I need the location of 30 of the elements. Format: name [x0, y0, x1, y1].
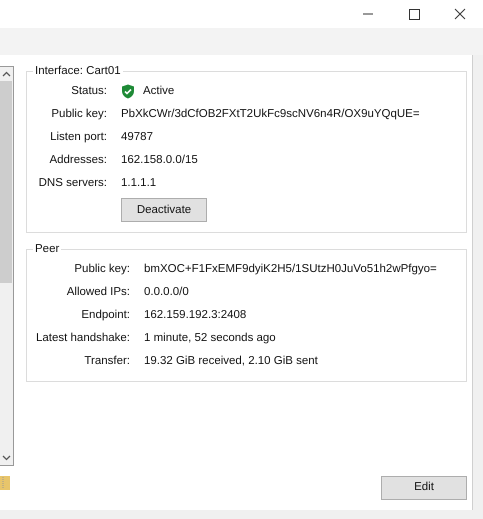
- field-label: Listen port:: [49, 130, 107, 145]
- maximize-icon[interactable]: [408, 8, 420, 20]
- scrollbar-thumb[interactable]: [0, 81, 12, 283]
- group-title: Peer: [34, 242, 60, 258]
- field-value: 1 minute, 52 seconds ago: [144, 330, 276, 346]
- file-icon: [0, 476, 10, 490]
- edit-button[interactable]: Edit: [381, 476, 467, 500]
- field-value: Active: [143, 84, 174, 99]
- field-label: Addresses:: [48, 152, 107, 168]
- field-value: bmXOC+F1FxEMF9dyiK2H5/1SUtzH0JuVo51h2wPfgyo=: [144, 262, 437, 277]
- field-label: Transfer:: [83, 354, 130, 369]
- field-label: Endpoint:: [80, 308, 130, 323]
- field-value: 162.159.192.3:2408: [144, 308, 246, 323]
- field-value: 19.32 GiB received, 2.10 GiB sent: [144, 354, 318, 369]
- shield-check-icon: [121, 84, 135, 99]
- field-label: Public key:: [50, 106, 107, 122]
- field-value: 49787: [121, 130, 153, 145]
- field-label: Status:: [70, 84, 107, 99]
- field-label: DNS servers:: [38, 176, 107, 191]
- deactivate-button[interactable]: Deactivate: [121, 198, 207, 222]
- field-label: Allowed IPs:: [66, 284, 130, 300]
- scrollbar[interactable]: [0, 66, 14, 466]
- field-value: 0.0.0.0/0: [144, 284, 189, 300]
- field-value: 162.158.0.0/15: [121, 152, 198, 168]
- close-icon[interactable]: [454, 8, 466, 20]
- field-label: Latest handshake:: [35, 330, 130, 346]
- group-title: Interface: Cart01: [34, 64, 122, 79]
- field-value: 1.1.1.1: [121, 176, 156, 191]
- field-value: PbXkCWr/3dCfOB2FXtT2UkFc9scNV6n4R/OX9uYQqUE=: [121, 106, 420, 122]
- field-label: Public key:: [73, 262, 130, 277]
